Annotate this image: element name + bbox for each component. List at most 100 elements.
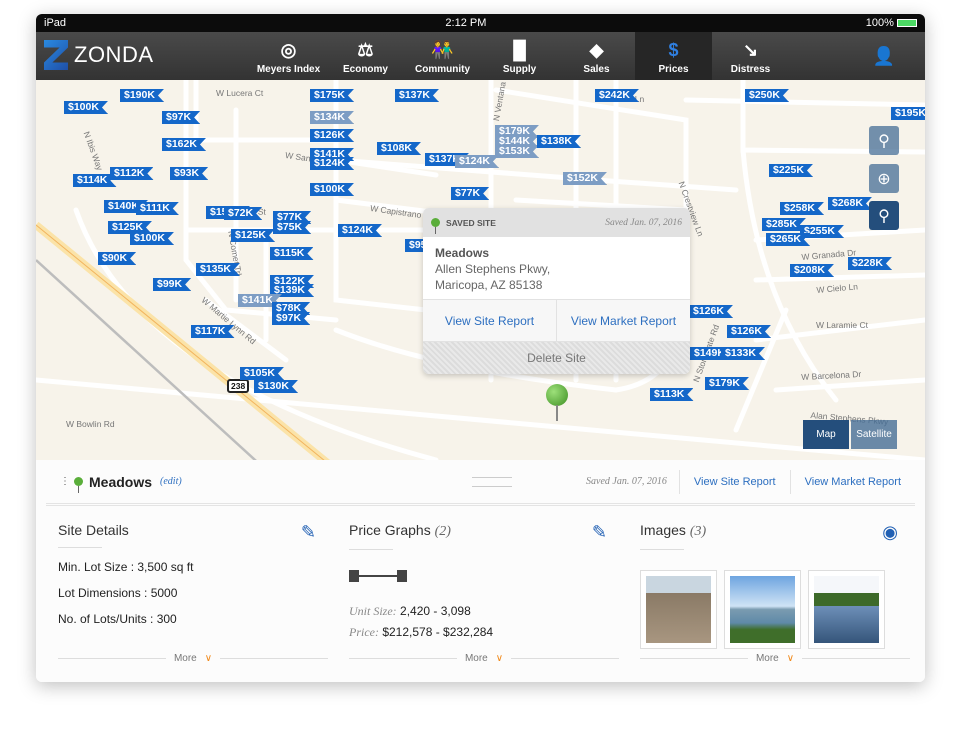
map-view-button[interactable]: Map (803, 420, 849, 449)
view-site-report-button[interactable]: View Site Report (423, 300, 556, 341)
chevron-down-icon: ∨ (204, 653, 213, 664)
price-marker[interactable]: $134K (310, 111, 354, 124)
map[interactable]: W Lucera CtW Lucera LnW Santa Fe StW Cap… (36, 80, 925, 460)
delete-site-button[interactable]: Delete Site (423, 342, 690, 374)
price-marker[interactable]: $228K (848, 257, 892, 270)
popup-label: SAVED SITE (446, 217, 496, 228)
price-marker[interactable]: $268K (828, 197, 872, 210)
price-marker[interactable]: $190K (120, 89, 164, 102)
price-marker[interactable]: $137K (395, 89, 439, 102)
satellite-view-button[interactable]: Satellite (851, 420, 897, 449)
panel-header: ⋮ Meadows (edit) Saved Jan. 07, 2016 Vie… (46, 460, 915, 506)
price-marker[interactable]: $265K (766, 233, 810, 246)
view-site-report-link[interactable]: View Site Report (680, 470, 790, 494)
more-button[interactable]: More ∨ (58, 653, 328, 664)
price-marker[interactable]: $114K (73, 174, 116, 187)
price-marker[interactable]: $100K (64, 101, 108, 114)
price-marker[interactable]: $133K (721, 347, 765, 360)
price-marker[interactable]: $113K (650, 388, 693, 401)
chevron-down-icon: ∨ (786, 653, 795, 664)
lots-units: No. of Lots/Units : 300 (58, 612, 177, 626)
tab-economy[interactable]: ⚖ Economy (327, 32, 404, 80)
highway-shield: 238 (227, 379, 250, 393)
tab-distress[interactable]: ↘ Distress (712, 32, 789, 80)
tab-label: Meyers Index (256, 64, 321, 75)
saved-date: Saved Jan. 07, 2016 (586, 469, 680, 494)
price-marker[interactable]: $108K (377, 142, 421, 155)
street-label: W Laramie Ct (816, 320, 868, 330)
price-marker[interactable]: $115K (270, 247, 313, 260)
drag-handle-icon[interactable]: ⋮ (60, 476, 70, 487)
more-button[interactable]: More ∨ (640, 653, 910, 664)
price-marker[interactable]: $135K (196, 263, 240, 276)
tab-sales[interactable]: ◆ Sales (558, 32, 635, 80)
site-details-section: Site Details ✎ Min. Lot Size : 3,500 sq … (58, 522, 328, 672)
street-label: W Bowlin Rd (66, 419, 115, 429)
price-marker[interactable]: $162K (162, 138, 206, 151)
battery-percent: 100% (865, 17, 894, 29)
price-marker[interactable]: $112K (110, 167, 153, 180)
draw-icon[interactable]: ✎ (592, 522, 607, 543)
edit-link[interactable]: (edit) (160, 476, 182, 487)
tab-supply[interactable]: ▐▌ Supply (481, 32, 558, 80)
street-label: W Lucera Ct (216, 88, 264, 98)
price-marker[interactable]: $152K (563, 172, 607, 185)
tab-meyers-index[interactable]: ◎ Meyers Index (250, 32, 327, 80)
drop-pin-button[interactable]: ⚲ (869, 201, 899, 230)
camera-icon[interactable]: ◉ (882, 522, 898, 543)
price-marker[interactable]: $105K (240, 367, 284, 380)
more-button[interactable]: More ∨ (349, 653, 619, 664)
tab-community[interactable]: 👫 Community (404, 32, 481, 80)
site-image[interactable] (808, 570, 885, 649)
resize-grip[interactable] (471, 476, 512, 487)
tab-label: Distress (730, 64, 771, 75)
price-marker[interactable]: $126K (689, 305, 733, 318)
price-marker[interactable]: $208K (790, 264, 834, 277)
price-marker[interactable]: $250K (745, 89, 789, 102)
more-label: More (464, 653, 488, 664)
price-marker[interactable]: $195K (891, 107, 925, 120)
price-marker[interactable]: $111K (136, 202, 179, 215)
price-marker[interactable]: $124K (455, 155, 499, 168)
popup-header: SAVED SITE Saved Jan. 07, 2016 (423, 208, 690, 237)
price-marker[interactable]: $242K (595, 89, 639, 102)
site-image[interactable] (724, 570, 801, 649)
price-marker[interactable]: $126K (310, 129, 354, 142)
locate-button[interactable]: ⊕ (869, 164, 899, 193)
more-label: More (755, 653, 779, 664)
edit-icon[interactable]: ✎ (301, 522, 316, 543)
site-pin-icon[interactable] (546, 384, 568, 406)
bar-chart-icon: ▐▌ (506, 40, 533, 60)
price-label: Price: (349, 625, 379, 639)
view-market-report-link[interactable]: View Market Report (789, 469, 901, 494)
view-market-report-button[interactable]: View Market Report (556, 300, 690, 341)
price-marker[interactable]: $138K (537, 135, 581, 148)
site-popup: SAVED SITE Saved Jan. 07, 2016 Meadows All… (423, 208, 690, 374)
battery-icon (896, 19, 917, 28)
dollar-icon: $ (668, 40, 679, 60)
price-marker[interactable]: $124K (310, 157, 354, 170)
price-marker[interactable]: $175K (310, 89, 354, 102)
people-icon: 👫 (431, 40, 454, 60)
user-icon[interactable]: 👤 (873, 46, 895, 67)
status-bar: iPad 2:12 PM 100% (36, 14, 925, 32)
search-map-button[interactable]: ⚲ (869, 126, 899, 155)
price-marker[interactable]: $126K (727, 325, 771, 338)
scales-icon: ⚖ (357, 40, 374, 60)
price-marker[interactable]: $100K (310, 183, 354, 196)
site-image[interactable] (640, 570, 717, 649)
pin-icon (431, 218, 440, 234)
clock: 2:12 PM (445, 17, 487, 29)
price-marker[interactable]: $153K (495, 145, 539, 158)
price-marker[interactable]: $258K (780, 202, 824, 215)
price-marker[interactable]: $225K (769, 164, 813, 177)
price-marker[interactable]: $285K (762, 218, 806, 231)
price-marker[interactable]: $125K (231, 229, 275, 242)
price-marker[interactable]: $117K (191, 325, 234, 338)
price-marker[interactable]: $124K (338, 224, 382, 237)
price-marker[interactable]: $130K (254, 380, 298, 393)
price-marker[interactable]: $179K (705, 377, 749, 390)
tab-prices[interactable]: $ Prices (635, 32, 712, 80)
price-marker[interactable]: $100K (130, 232, 174, 245)
section-title: Price Graphs (349, 522, 431, 538)
